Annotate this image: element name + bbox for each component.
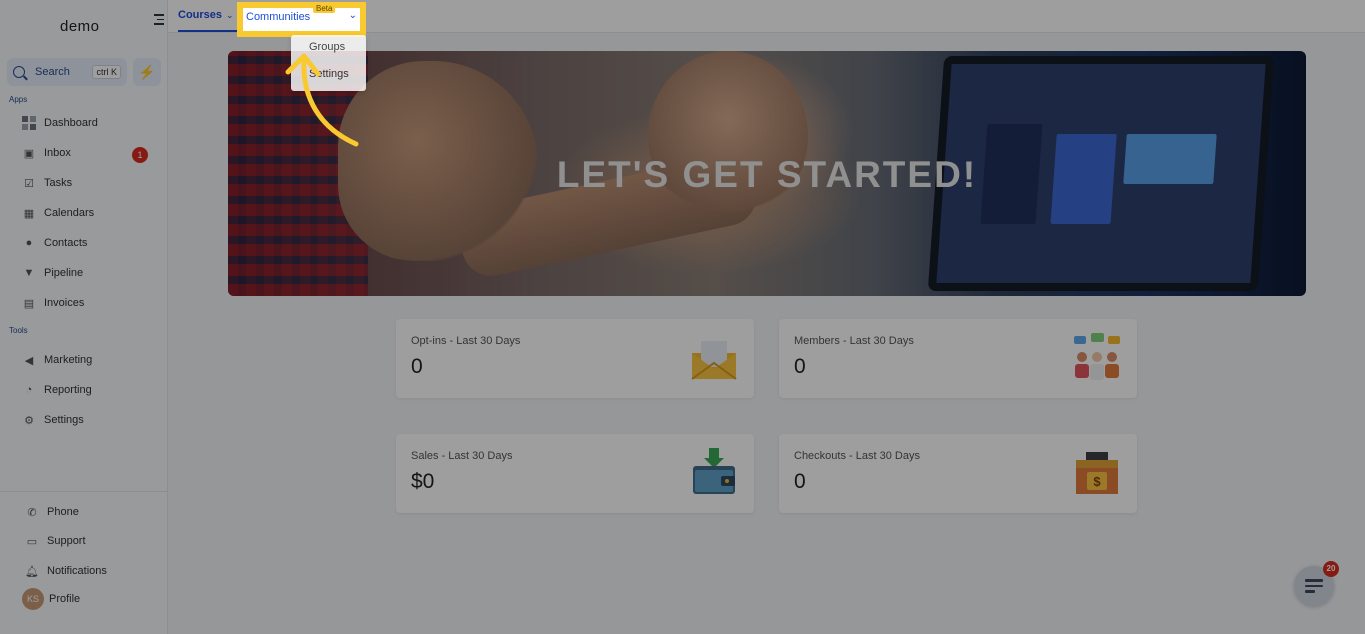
dashboard-icon — [22, 116, 36, 130]
sidebar-item-label: Marketing — [44, 354, 93, 366]
logo: demo — [60, 18, 100, 35]
sidebar-item-contacts[interactable]: ● Contacts — [22, 232, 88, 254]
chat-unread-badge: 20 — [1323, 561, 1339, 577]
invoice-icon: ▤ — [23, 297, 35, 310]
stat-title: Opt-ins - Last 30 Days — [411, 335, 521, 347]
chat-icon — [1305, 579, 1323, 596]
members-icon — [1074, 333, 1120, 380]
inbox-icon: ▣ — [23, 147, 35, 160]
sidebar-item-dashboard[interactable]: Dashboard — [22, 112, 98, 134]
tab-courses[interactable]: Courses ⌄ — [178, 0, 238, 32]
sidebar-item-label: Phone — [47, 506, 79, 518]
sidebar-item-label: Inbox — [44, 147, 71, 159]
sidebar-item-label: Contacts — [44, 237, 88, 249]
sidebar-divider — [0, 491, 167, 492]
envelope-icon — [691, 341, 737, 380]
chevron-down-icon: ⌄ — [226, 10, 234, 20]
calendar-icon: ▦ — [23, 207, 35, 220]
tab-label: Communities — [246, 11, 311, 23]
tab-label: Courses — [178, 9, 223, 21]
sidebar-item-calendars[interactable]: ▦ Calendars — [22, 202, 94, 224]
inbox-unread-badge: 1 — [132, 147, 148, 163]
stat-title: Sales - Last 30 Days — [411, 450, 513, 462]
contacts-icon: ● — [25, 237, 33, 249]
tools-section-label: Tools — [9, 326, 28, 335]
search-label: Search — [35, 66, 70, 78]
sidebar-item-settings[interactable]: ⚙ Settings — [22, 409, 84, 431]
guide-arrow-icon — [285, 53, 359, 147]
collapse-menu-icon[interactable] — [152, 14, 164, 26]
sidebar-item-support[interactable]: ▭ Support — [25, 530, 86, 552]
sidebar-item-label: Settings — [44, 414, 84, 426]
sidebar-item-label: Profile — [49, 593, 81, 605]
search-icon — [13, 66, 25, 78]
sidebar-item-profile[interactable]: Profile — [49, 588, 80, 610]
stat-title: Checkouts - Last 30 Days — [794, 450, 920, 462]
wallet-icon — [693, 448, 735, 494]
stat-card-members: Members - Last 30 Days 0 — [779, 319, 1137, 398]
apps-section-label: Apps — [9, 95, 28, 104]
cash-register-icon: $ — [1076, 452, 1118, 494]
hero-title: LET'S GET STARTED! — [556, 154, 978, 195]
chat-widget-button[interactable]: 20 — [1294, 561, 1339, 606]
beta-badge: Beta — [313, 4, 336, 13]
svg-text:$: $ — [1093, 474, 1101, 489]
gear-icon: ⚙ — [24, 414, 34, 427]
megaphone-icon: ◀ — [24, 354, 34, 367]
sidebar-item-label: Support — [47, 535, 86, 547]
sidebar-item-label: Pipeline — [44, 267, 84, 279]
sidebar-item-tasks[interactable]: ☑ Tasks — [22, 172, 72, 194]
sidebar-item-reporting[interactable]: ◔ Reporting — [22, 379, 92, 401]
hero-banner: LET'S GET STARTED! — [228, 51, 1306, 296]
sidebar-item-pipeline[interactable]: ▼ Pipeline — [22, 262, 84, 284]
search-button[interactable]: Search ctrl K — [7, 58, 127, 86]
sidebar-item-invoices[interactable]: ▤ Invoices — [22, 292, 85, 314]
stat-value: $0 — [411, 470, 435, 493]
stat-card-sales: Sales - Last 30 Days $0 — [396, 434, 754, 513]
tasks-icon: ☑ — [24, 177, 34, 190]
sidebar-item-label: Dashboard — [44, 117, 98, 129]
sidebar-item-label: Invoices — [44, 297, 85, 309]
stat-card-checkouts: Checkouts - Last 30 Days 0 $ — [779, 434, 1137, 513]
sidebar: demo Search ctrl K ⚡ Apps Dashboard ▣ In… — [0, 0, 168, 634]
sidebar-item-notifications[interactable]: 🔔︎ Notifications — [25, 560, 107, 582]
sidebar-item-label: Tasks — [44, 177, 73, 189]
sidebar-item-label: Reporting — [44, 384, 92, 396]
quick-actions-bolt-icon[interactable]: ⚡ — [133, 58, 161, 86]
sidebar-item-marketing[interactable]: ◀ Marketing — [22, 349, 93, 371]
stat-card-optins: Opt-ins - Last 30 Days 0 — [396, 319, 754, 398]
pie-chart-icon: ◔ — [25, 384, 33, 396]
tab-communities[interactable]: Communities Beta ⌄ — [237, 2, 366, 37]
phone-icon: ✆ — [27, 506, 37, 519]
stat-value: 0 — [411, 355, 423, 378]
stat-value: 0 — [794, 470, 806, 493]
bell-icon: 🔔︎ — [25, 565, 39, 578]
avatar[interactable]: KS — [22, 588, 44, 610]
sidebar-item-phone[interactable]: ✆ Phone — [25, 501, 79, 523]
stat-title: Members - Last 30 Days — [794, 335, 914, 347]
search-shortcut: ctrl K — [92, 65, 121, 79]
sidebar-item-inbox[interactable]: ▣ Inbox — [22, 142, 71, 164]
support-icon: ▭ — [26, 535, 38, 548]
sidebar-item-label: Notifications — [47, 565, 107, 577]
chevron-down-icon[interactable]: ⌄ — [349, 10, 357, 21]
stat-value: 0 — [794, 355, 806, 378]
pipeline-icon: ▼ — [23, 267, 35, 279]
sidebar-item-label: Calendars — [44, 207, 95, 219]
